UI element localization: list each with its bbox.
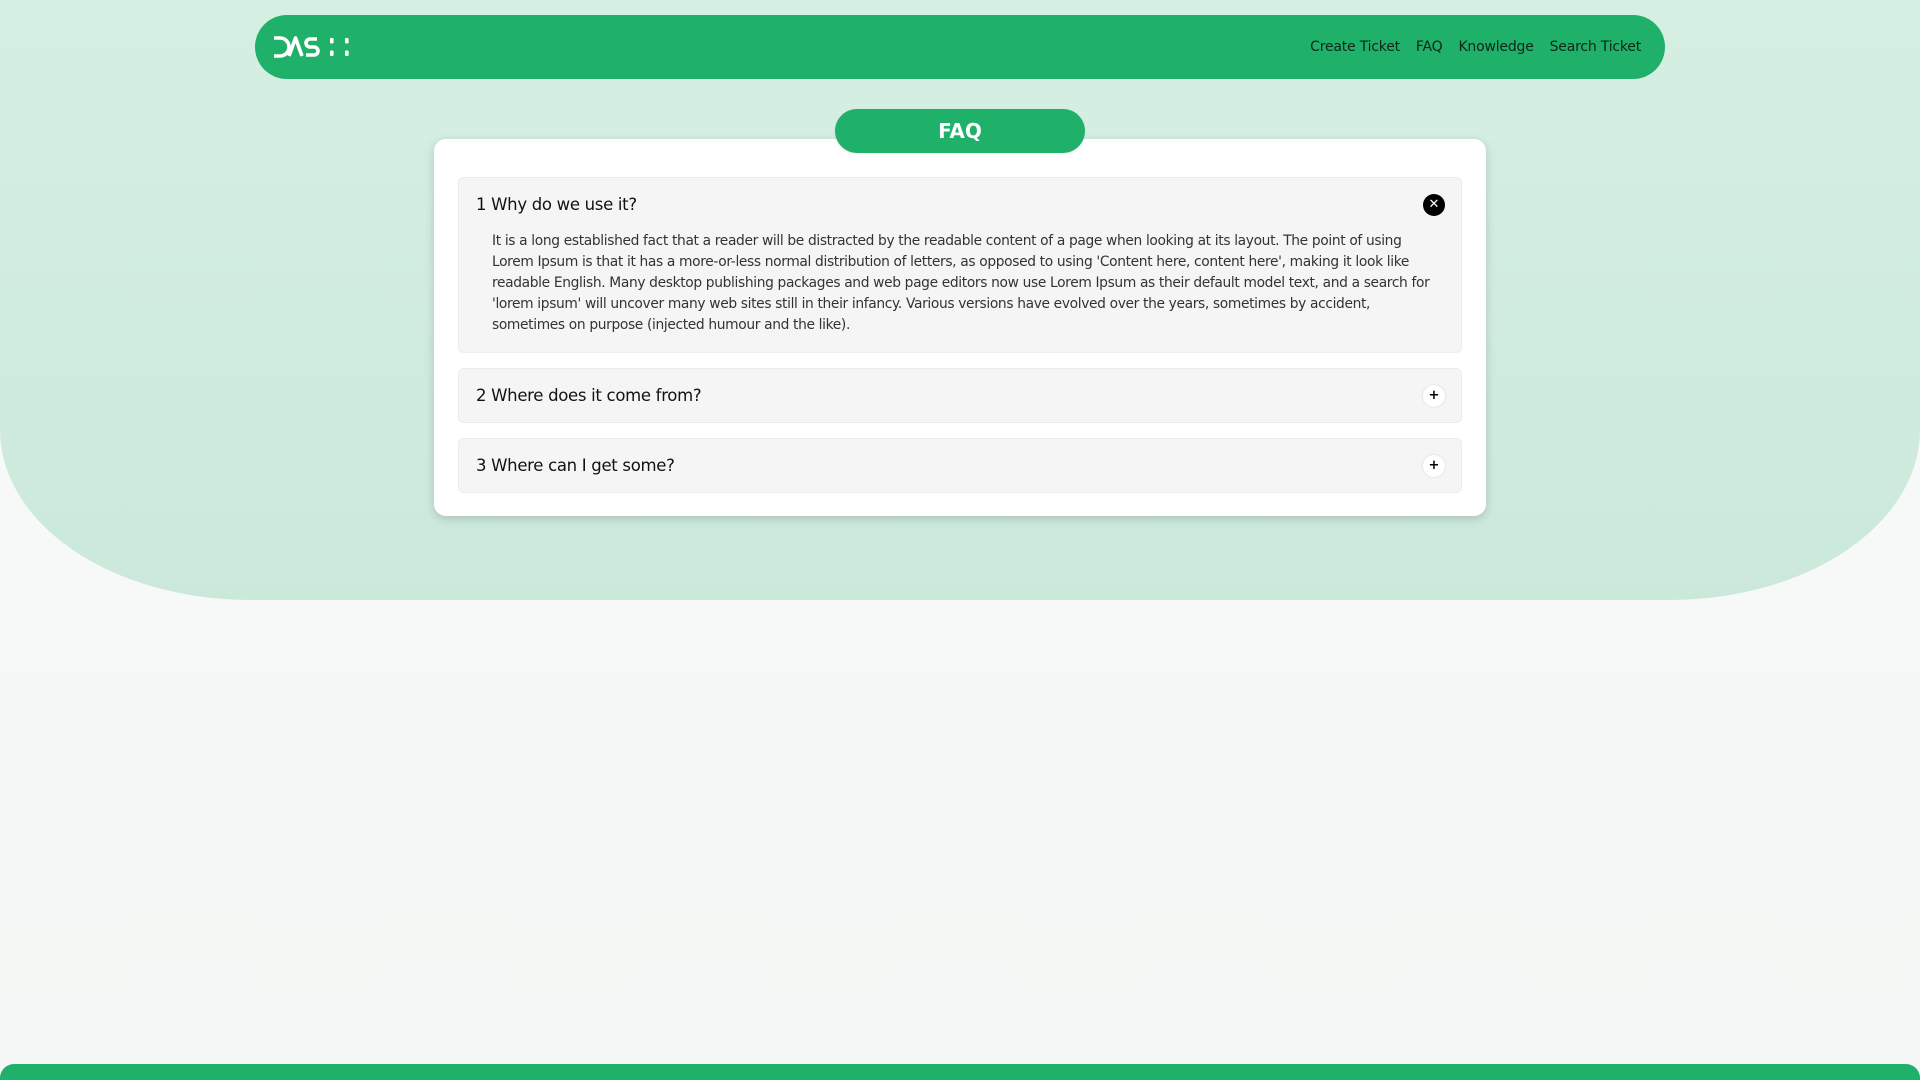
faq-question-header[interactable]: 3 Where can I get some? + (459, 439, 1461, 492)
nav-create-ticket-link[interactable]: Create Ticket (1310, 39, 1400, 55)
dash-logo-icon (274, 36, 349, 58)
faq-item: 2 Where does it come from? + (458, 368, 1462, 423)
faq-heading: FAQ (835, 109, 1085, 153)
faq-question-header[interactable]: 1 Why do we use it? ✕ (459, 178, 1461, 231)
brand-logo[interactable] (272, 32, 352, 62)
faq-question: 3 Where can I get some? (476, 456, 675, 475)
plus-icon[interactable]: + (1423, 454, 1445, 477)
plus-icon[interactable]: + (1423, 384, 1445, 407)
faq-answer: It is a long established fact that a rea… (492, 233, 1430, 333)
footer-bar (0, 1064, 1920, 1080)
faq-question: 2 Where does it come from? (476, 386, 702, 405)
faq-item: 1 Why do we use it? ✕ It is a long estab… (458, 177, 1462, 353)
top-navbar: Create Ticket FAQ Knowledge Search Ticke… (255, 15, 1665, 79)
close-icon[interactable]: ✕ (1423, 193, 1445, 216)
nav-knowledge-link[interactable]: Knowledge (1458, 39, 1533, 55)
nav-search-ticket-link[interactable]: Search Ticket (1550, 39, 1642, 55)
faq-card: 1 Why do we use it? ✕ It is a long estab… (434, 139, 1486, 516)
nav-links: Create Ticket FAQ Knowledge Search Ticke… (1310, 39, 1641, 55)
faq-question: 1 Why do we use it? (476, 195, 637, 214)
nav-faq-link[interactable]: FAQ (1416, 39, 1443, 55)
faq-item: 3 Where can I get some? + (458, 438, 1462, 493)
faq-question-header[interactable]: 2 Where does it come from? + (459, 369, 1461, 422)
